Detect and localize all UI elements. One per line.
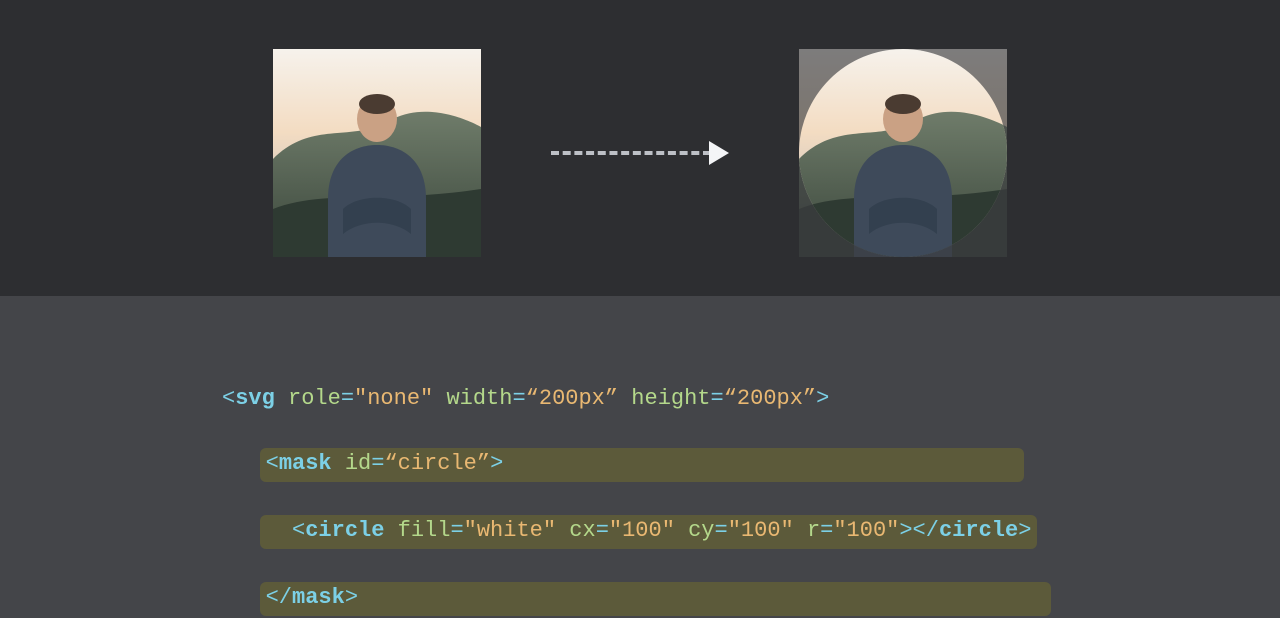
attr-width: width bbox=[446, 386, 512, 411]
arrow-head-icon bbox=[709, 141, 729, 165]
val-role: "none" bbox=[354, 386, 433, 411]
val-height: “200px” bbox=[724, 386, 816, 411]
transform-arrow bbox=[551, 141, 729, 165]
val-id: “circle” bbox=[384, 451, 490, 476]
photo-square-icon bbox=[273, 49, 481, 257]
attr-role: role bbox=[288, 386, 341, 411]
val-width: “200px” bbox=[526, 386, 618, 411]
code-line-3: <circle fill="white" cx="100" cy="100" r… bbox=[222, 515, 1280, 550]
photo-circle-icon bbox=[799, 49, 1007, 257]
angle-open: < bbox=[222, 386, 235, 411]
code-line-4: </mask> bbox=[222, 582, 1280, 617]
tag-mask: mask bbox=[279, 451, 332, 476]
code-block: <svg role="none" width=“200px” height=“2… bbox=[0, 296, 1280, 618]
highlight-mask-close: </mask> bbox=[260, 582, 1051, 617]
code-line-1: <svg role="none" width=“200px” height=“2… bbox=[222, 383, 1280, 416]
attr-id: id bbox=[345, 451, 371, 476]
result-photo-masked bbox=[799, 49, 1007, 257]
attr-height: height bbox=[631, 386, 710, 411]
code-line-2: <mask id=“circle”> bbox=[222, 448, 1280, 483]
illustration-panel bbox=[0, 0, 1280, 296]
highlight-mask-open: <mask id=“circle”> bbox=[260, 448, 1025, 483]
tag-svg: svg bbox=[235, 386, 275, 411]
source-photo-square bbox=[273, 49, 481, 257]
arrow-dashed-line bbox=[551, 151, 711, 155]
tag-circle: circle bbox=[305, 518, 384, 543]
highlight-circle: <circle fill="white" cx="100" cy="100" r… bbox=[260, 515, 1038, 550]
